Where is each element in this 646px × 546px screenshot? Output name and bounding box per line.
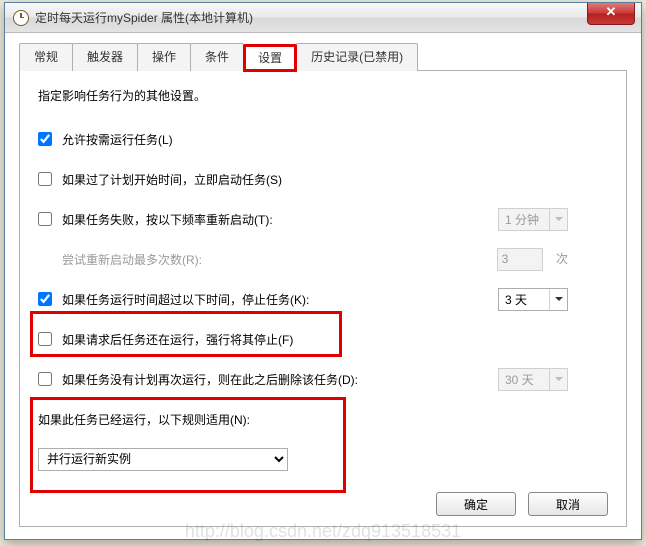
tab-bar: 常规 触发器 操作 条件 设置 历史记录(已禁用) — [19, 43, 627, 71]
checkbox-delete-unscheduled[interactable]: 如果任务没有计划再次运行，则在此之后删除该任务(D): — [38, 371, 358, 388]
row-allow-demand: 允许按需运行任务(L) — [38, 122, 608, 156]
properties-dialog: 定时每天运行mySpider 属性(本地计算机) ✕ 常规 触发器 操作 条件 … — [4, 2, 642, 540]
chevron-down-icon — [549, 289, 567, 310]
combo-delete-after-value: 30 天 — [503, 371, 545, 388]
checkbox-allow-demand[interactable]: 允许按需运行任务(L) — [38, 131, 173, 148]
label-run-if-missed: 如果过了计划开始时间，立即启动任务(S) — [62, 171, 282, 188]
tab-history[interactable]: 历史记录(已禁用) — [296, 43, 418, 71]
row-retry-count: 尝试重新启动最多次数(R): 次 — [38, 242, 608, 276]
label-retry-count: 尝试重新启动最多次数(R): — [62, 251, 202, 268]
checkbox-stop-longer[interactable]: 如果任务运行时间超过以下时间，停止任务(K): — [38, 291, 309, 308]
row-run-if-missed: 如果过了计划开始时间，立即启动任务(S) — [38, 162, 608, 196]
select-running-rule[interactable]: 并行运行新实例 — [38, 448, 288, 471]
panel-description: 指定影响任务行为的其他设置。 — [38, 87, 608, 104]
row-rule-select: 并行运行新实例 — [38, 442, 608, 476]
window-title: 定时每天运行mySpider 属性(本地计算机) — [35, 9, 253, 26]
content-area: 常规 触发器 操作 条件 设置 历史记录(已禁用) 指定影响任务行为的其他设置。… — [5, 33, 641, 539]
close-button[interactable]: ✕ — [587, 3, 635, 25]
tab-conditions[interactable]: 条件 — [190, 43, 244, 71]
checkbox-force-stop[interactable]: 如果请求后任务还在运行，强行将其停止(F) — [38, 331, 293, 348]
chevron-down-icon — [549, 209, 567, 230]
combo-stop-after[interactable]: 3 天 — [498, 288, 568, 311]
label-restart-fail: 如果任务失败，按以下频率重新启动(T): — [62, 211, 273, 228]
row-rule-label: 如果此任务已经运行，以下规则适用(N): — [38, 402, 608, 436]
row-delete-unscheduled: 如果任务没有计划再次运行，则在此之后删除该任务(D): 30 天 — [38, 362, 608, 396]
input-retry-count[interactable] — [497, 248, 543, 271]
checkbox-restart-fail[interactable]: 如果任务失败，按以下频率重新启动(T): — [38, 211, 273, 228]
tab-actions[interactable]: 操作 — [137, 43, 191, 71]
combo-restart-interval[interactable]: 1 分钟 — [498, 208, 568, 231]
row-force-stop: 如果请求后任务还在运行，强行将其停止(F) — [38, 322, 608, 356]
label-running-rule: 如果此任务已经运行，以下规则适用(N): — [38, 411, 250, 428]
delete-after-control: 30 天 — [498, 368, 568, 391]
row-stop-longer: 如果任务运行时间超过以下时间，停止任务(K): 3 天 — [38, 282, 608, 316]
checkbox-run-if-missed[interactable]: 如果过了计划开始时间，立即启动任务(S) — [38, 171, 282, 188]
label-allow-demand: 允许按需运行任务(L) — [62, 131, 173, 148]
cancel-button[interactable]: 取消 — [528, 492, 608, 516]
row-restart-fail: 如果任务失败，按以下频率重新启动(T): 1 分钟 — [38, 202, 608, 236]
tab-settings[interactable]: 设置 — [243, 44, 297, 72]
dialog-footer: 确定 取消 — [436, 492, 608, 516]
clock-icon — [13, 10, 29, 26]
tab-general[interactable]: 常规 — [19, 43, 73, 71]
retry-count-control: 次 — [497, 248, 568, 271]
label-force-stop: 如果请求后任务还在运行，强行将其停止(F) — [62, 331, 293, 348]
combo-delete-after[interactable]: 30 天 — [498, 368, 568, 391]
chevron-down-icon — [549, 369, 567, 390]
combo-restart-interval-value: 1 分钟 — [503, 211, 545, 228]
label-stop-longer: 如果任务运行时间超过以下时间，停止任务(K): — [62, 291, 309, 308]
tab-triggers[interactable]: 触发器 — [72, 43, 138, 71]
label-delete-unscheduled: 如果任务没有计划再次运行，则在此之后删除该任务(D): — [62, 371, 358, 388]
ok-button[interactable]: 确定 — [436, 492, 516, 516]
restart-interval-control: 1 分钟 — [498, 208, 568, 231]
combo-stop-after-value: 3 天 — [503, 291, 545, 308]
titlebar: 定时每天运行mySpider 属性(本地计算机) ✕ — [5, 3, 641, 33]
settings-panel: 指定影响任务行为的其他设置。 允许按需运行任务(L) 如果过了计划开始时间，立即… — [19, 71, 627, 527]
label-retry-suffix: 次 — [556, 252, 568, 266]
stop-after-control: 3 天 — [498, 288, 568, 311]
